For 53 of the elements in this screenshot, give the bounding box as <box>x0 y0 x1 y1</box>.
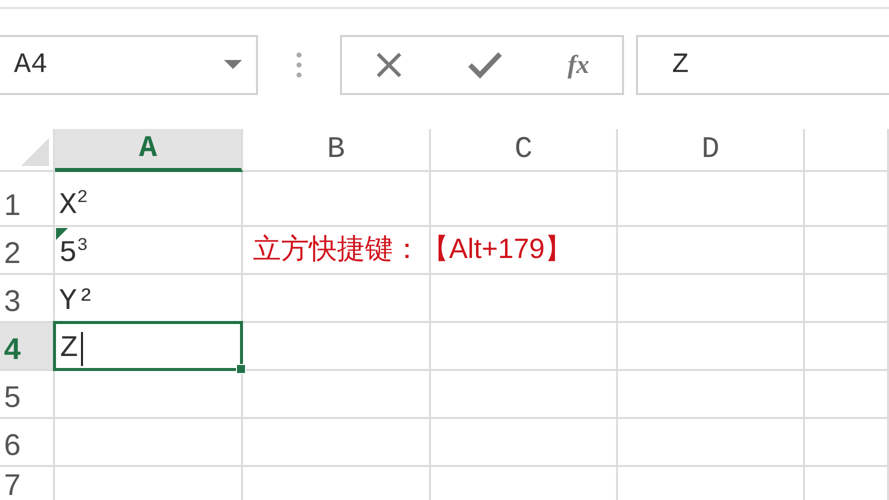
empty-cell[interactable] <box>805 275 889 323</box>
empty-cell[interactable] <box>618 371 805 419</box>
empty-cell[interactable] <box>243 172 431 227</box>
column-header[interactable] <box>805 129 889 172</box>
select-all-icon[interactable] <box>21 138 49 166</box>
error-indicator-icon[interactable] <box>56 228 68 240</box>
empty-cell[interactable] <box>243 323 431 371</box>
close-icon <box>374 51 403 79</box>
empty-cell[interactable] <box>618 172 805 227</box>
row-header[interactable]: 1 <box>0 172 55 227</box>
formula-field[interactable]: Z <box>636 35 889 95</box>
cell-reference: A4 <box>14 50 48 80</box>
dropdown-icon[interactable] <box>224 60 242 70</box>
empty-cell[interactable] <box>431 323 618 371</box>
empty-cell[interactable] <box>805 371 889 419</box>
row-header[interactable]: 5 <box>0 371 55 419</box>
empty-cell[interactable] <box>243 419 431 467</box>
column-header[interactable]: D <box>618 129 805 172</box>
more-icon[interactable] <box>296 52 302 78</box>
checkmark-icon <box>468 51 502 79</box>
cell-text[interactable]: 5$^{3}$ <box>59 236 88 271</box>
empty-cell[interactable] <box>431 419 618 467</box>
empty-cell[interactable] <box>805 323 889 371</box>
empty-cell[interactable] <box>618 227 805 275</box>
empty-cell[interactable] <box>805 227 889 275</box>
cell-text[interactable]: 立方快捷键：【Alt+179】 <box>253 230 573 268</box>
empty-cell[interactable] <box>805 172 889 227</box>
empty-cell[interactable] <box>243 371 431 419</box>
empty-cell[interactable] <box>805 419 889 467</box>
active-cell[interactable]: Z <box>53 321 243 371</box>
column-header[interactable]: A <box>55 129 243 172</box>
row-header[interactable]: 6 <box>0 419 55 467</box>
row-header[interactable]: 4 <box>0 323 55 371</box>
empty-cell[interactable] <box>55 371 243 419</box>
empty-cell[interactable] <box>431 275 618 323</box>
empty-cell[interactable] <box>243 275 431 323</box>
empty-cell[interactable] <box>618 419 805 467</box>
empty-cell[interactable] <box>55 419 243 467</box>
cell-text[interactable]: Z <box>60 332 78 366</box>
empty-cell[interactable] <box>431 172 618 227</box>
row-header[interactable]: 2 <box>0 227 55 275</box>
empty-cell[interactable] <box>618 323 805 371</box>
cell-text[interactable]: Y² <box>59 285 96 319</box>
fill-handle[interactable] <box>236 364 246 374</box>
empty-cell[interactable] <box>431 371 618 419</box>
insert-function-button[interactable]: fx <box>564 46 594 84</box>
cell-text[interactable]: X$^{2}$ <box>59 188 88 223</box>
row-header[interactable]: 7 <box>0 467 55 500</box>
empty-cell[interactable] <box>431 227 618 275</box>
empty-cell[interactable] <box>618 275 805 323</box>
column-header[interactable]: B <box>243 129 431 172</box>
name-box[interactable]: A4 <box>0 35 258 95</box>
column-header[interactable]: C <box>431 129 618 172</box>
